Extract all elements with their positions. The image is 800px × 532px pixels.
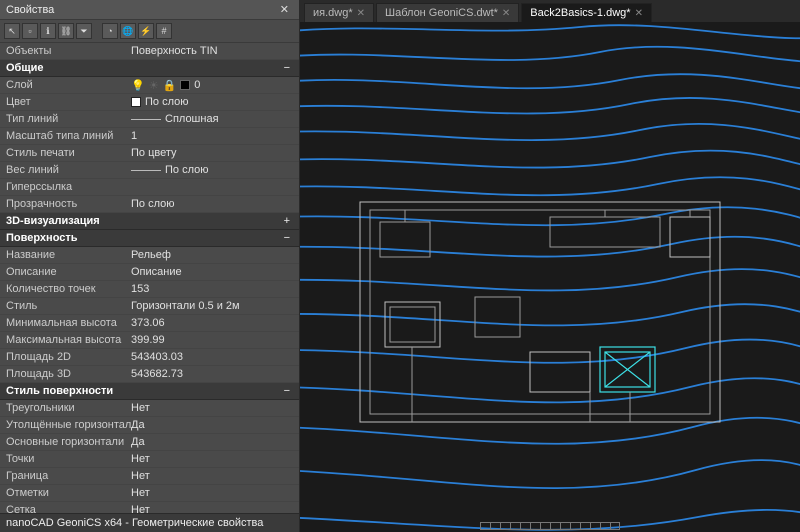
properties-panel: Свойства ✕ ↖ ▫ ℹ ⛓ ⏷ ◔ 🌐 ⚡ # Объекты Пов…: [0, 0, 300, 532]
row-maxh[interactable]: Максимальная высота399.99: [0, 332, 299, 349]
row-marks[interactable]: ОтметкиНет: [0, 485, 299, 502]
tab-close-icon[interactable]: ✕: [357, 8, 365, 19]
row-area3d[interactable]: Площадь 3D543682.73: [0, 366, 299, 383]
section-surface[interactable]: Поверхность −: [0, 230, 299, 247]
section-general[interactable]: Общие −: [0, 60, 299, 77]
bottom-ruler: [480, 522, 620, 530]
tool-select-icon[interactable]: ↖: [4, 23, 20, 39]
label: Объекты: [6, 45, 131, 57]
tab-close-icon[interactable]: ✕: [635, 8, 643, 19]
line-icon: [131, 119, 161, 120]
expand-icon[interactable]: +: [281, 215, 293, 227]
row-color[interactable]: Цвет По слою: [0, 94, 299, 111]
tab-close-icon[interactable]: ✕: [502, 8, 510, 19]
row-maincont[interactable]: Основные горизонталиДа: [0, 434, 299, 451]
row-minh[interactable]: Минимальная высота373.06: [0, 315, 299, 332]
tool-bolt-icon[interactable]: ⚡: [138, 23, 154, 39]
status-bar: nanoCAD GeoniCS x64 - Геометрические сво…: [0, 513, 299, 532]
panel-title: Свойства: [6, 4, 54, 16]
tab-0[interactable]: ия.dwg*✕: [304, 3, 374, 22]
tool-hash-icon[interactable]: #: [156, 23, 172, 39]
properties-list: Объекты Поверхность TIN Общие − Слой 💡 ☀…: [0, 43, 299, 513]
row-triangles[interactable]: ТреугольникиНет: [0, 400, 299, 417]
section-surfstyle[interactable]: Стиль поверхности −: [0, 383, 299, 400]
row-desc[interactable]: ОписаниеОписание: [0, 264, 299, 281]
bulb-icon: 💡: [131, 79, 145, 92]
panel-title-bar: Свойства ✕: [0, 0, 299, 20]
row-border[interactable]: ГраницаНет: [0, 468, 299, 485]
tool-link-icon[interactable]: ⛓: [58, 23, 74, 39]
row-plotstyle[interactable]: Стиль печати По цвету: [0, 145, 299, 162]
tool-info-icon[interactable]: ℹ: [40, 23, 56, 39]
document-tabs: ия.dwg*✕ Шаблон GeoniCS.dwt*✕ Back2Basic…: [300, 0, 800, 22]
row-spoints[interactable]: ТочкиНет: [0, 451, 299, 468]
value: Поверхность TIN: [131, 45, 293, 57]
drawing-area[interactable]: ия.dwg*✕ Шаблон GeoniCS.dwt*✕ Back2Basic…: [300, 0, 800, 532]
tab-1[interactable]: Шаблон GeoniCS.dwt*✕: [376, 3, 519, 22]
row-layer[interactable]: Слой 💡 ☀ 🔒 0: [0, 77, 299, 94]
collapse-icon[interactable]: −: [281, 232, 293, 244]
sun-icon: ☀: [149, 79, 159, 92]
row-grid[interactable]: СеткаНет: [0, 502, 299, 513]
color-swatch: [131, 97, 141, 107]
row-name[interactable]: НазваниеРельеф: [0, 247, 299, 264]
tool-object-icon[interactable]: ▫: [22, 23, 38, 39]
row-thickcont[interactable]: Утолщённые горизонталиДа: [0, 417, 299, 434]
line-icon: [131, 170, 161, 171]
row-objects[interactable]: Объекты Поверхность TIN: [0, 43, 299, 60]
row-linetype[interactable]: Тип линий Сплошная: [0, 111, 299, 128]
row-lineweight[interactable]: Вес линий По слою: [0, 162, 299, 179]
layer-color-swatch: [180, 80, 190, 90]
panel-toolbar: ↖ ▫ ℹ ⛓ ⏷ ◔ 🌐 ⚡ #: [0, 20, 299, 43]
row-area2d[interactable]: Площадь 2D543403.03: [0, 349, 299, 366]
section-3dviz[interactable]: 3D-визуализация +: [0, 213, 299, 230]
panel-close-button[interactable]: ✕: [276, 3, 293, 16]
tab-2[interactable]: Back2Basics-1.dwg*✕: [521, 3, 652, 22]
row-ltscale[interactable]: Масштаб типа линий 1: [0, 128, 299, 145]
row-points[interactable]: Количество точек153: [0, 281, 299, 298]
tool-chart-icon[interactable]: ◔: [102, 23, 118, 39]
row-hyperlink[interactable]: Гиперссылка: [0, 179, 299, 196]
collapse-icon[interactable]: −: [281, 385, 293, 397]
lock-icon: 🔒: [163, 79, 177, 92]
drawing-canvas[interactable]: [300, 22, 800, 532]
layer-name: 0: [194, 79, 200, 91]
tool-globe-icon[interactable]: 🌐: [120, 23, 136, 39]
row-style[interactable]: СтильГоризонтали 0.5 и 2м: [0, 298, 299, 315]
tool-filter-icon[interactable]: ⏷: [76, 23, 92, 39]
collapse-icon[interactable]: −: [281, 62, 293, 74]
row-transparency[interactable]: Прозрачность По слою: [0, 196, 299, 213]
